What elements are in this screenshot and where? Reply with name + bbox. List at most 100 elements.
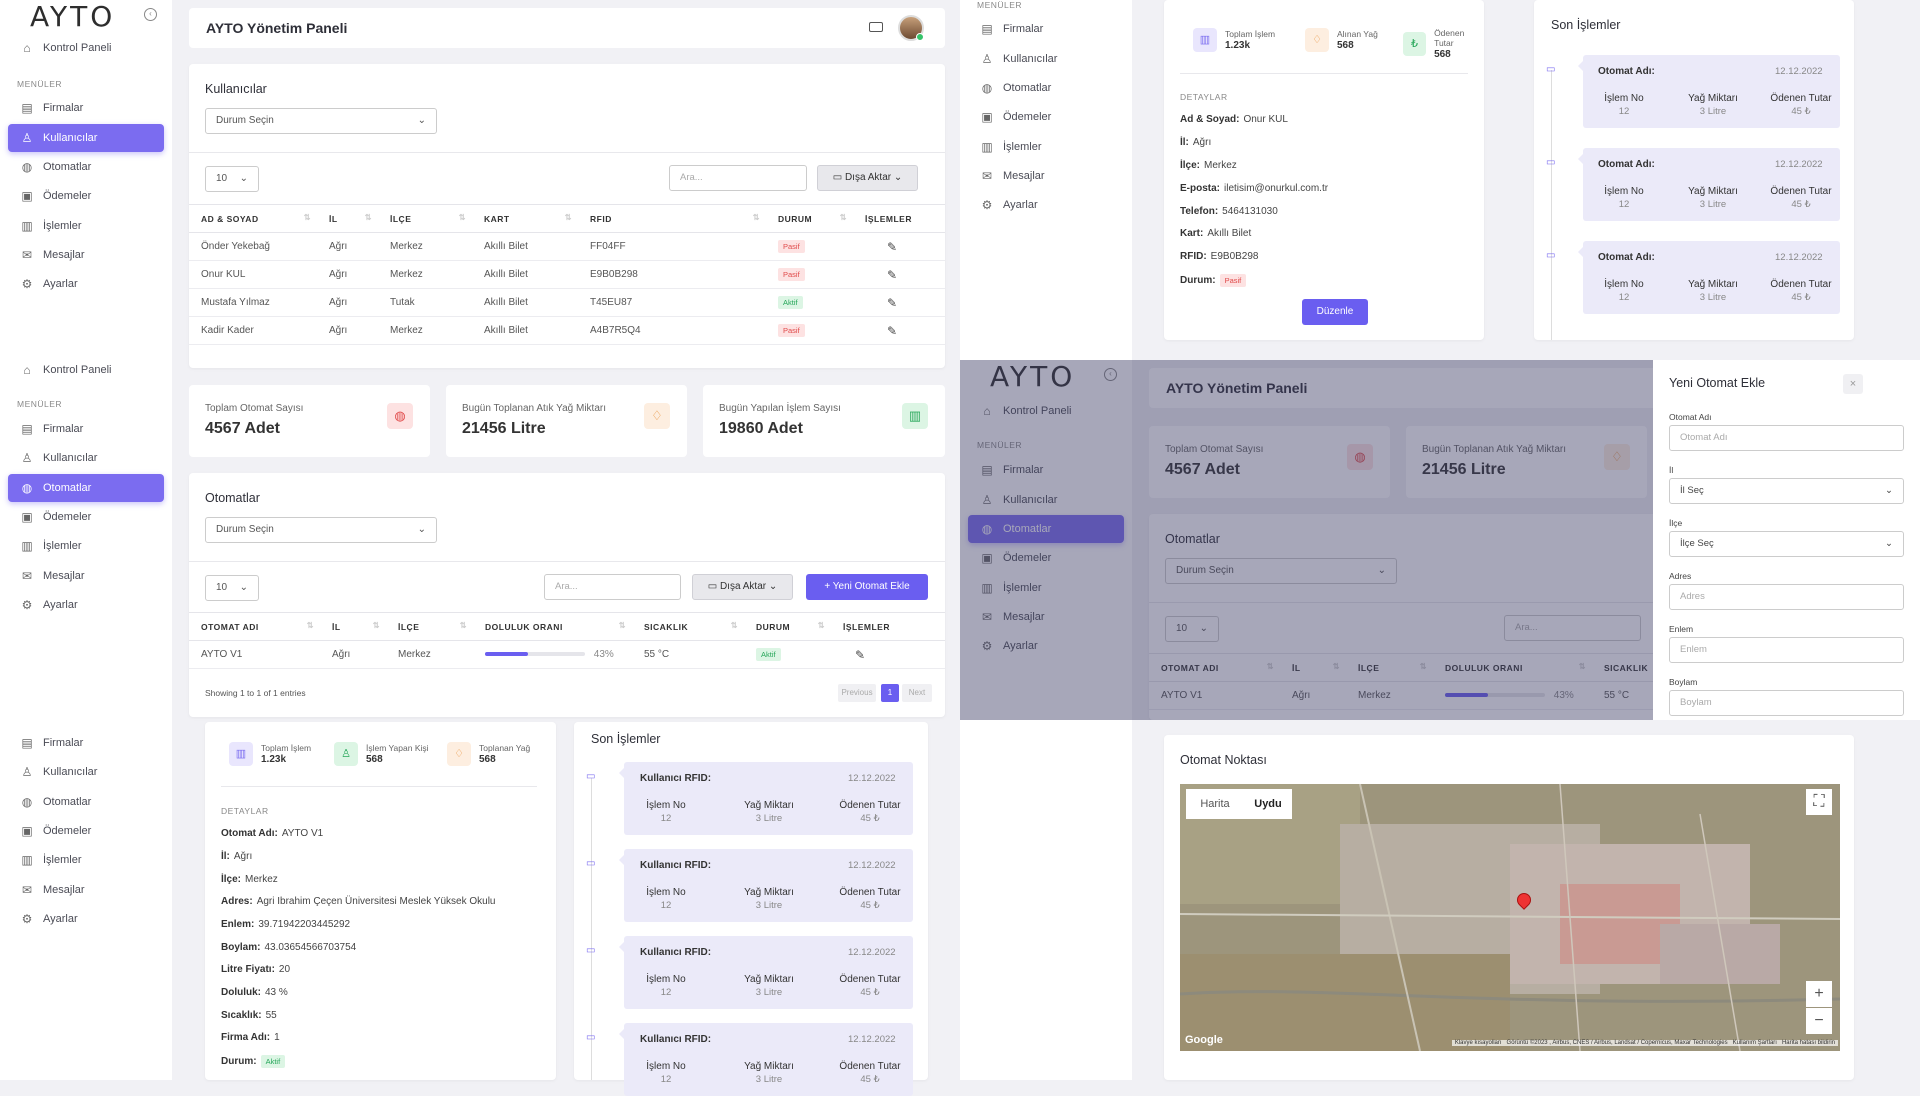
ilce-select[interactable]: İlçe Seç ⌄ xyxy=(1669,531,1904,557)
sidebar-item-kullanicilar[interactable]: ♙ Kullanıcılar xyxy=(8,758,164,786)
building-icon: ▤ xyxy=(21,736,33,750)
pagination-next[interactable]: Next xyxy=(902,684,932,702)
edit-icon[interactable]: ✎ xyxy=(887,268,897,282)
column-header[interactable]: OTOMAT ADI ⇅ xyxy=(189,612,320,641)
sidebar-item-kullanicilar[interactable]: ♙ Kullanıcılar xyxy=(8,124,164,152)
timeline-item[interactable]: Otomat Adı: 12.12.2022 İşlem No 12 Yağ Mi… xyxy=(1578,55,1840,128)
search-input[interactable]: Ara... xyxy=(544,574,681,600)
stat-value: 4567 Adet xyxy=(205,420,280,437)
edit-icon[interactable]: ✎ xyxy=(887,296,897,310)
table-row[interactable]: Önder Yekebağ Ağrı Merkez Akıllı Bilet FF04F… xyxy=(189,232,945,261)
sidebar-item-islemler[interactable]: ▥ İşlemler xyxy=(968,133,1124,161)
column-header[interactable]: AD & SOYAD ⇅ xyxy=(189,204,317,233)
machine-name-input[interactable]: Otomat Adı xyxy=(1669,425,1904,451)
column-header[interactable]: İL ⇅ xyxy=(320,612,386,641)
sidebar-item-islemler[interactable]: ▥ İşlemler xyxy=(8,846,164,874)
sidebar-item-firmalar[interactable]: ▤ Firmalar xyxy=(8,94,164,122)
page-size-select[interactable]: 10 ⌄ xyxy=(205,575,259,601)
table-row[interactable]: Kadir Kader Ağrı Merkez Akıllı Bilet A4B7R5Q… xyxy=(189,316,945,345)
page-size-select[interactable]: 10 ⌄ xyxy=(205,166,259,192)
map-attribution[interactable]: Klavye kısayolları Görüntü ©2023 , Airbu… xyxy=(1451,1040,1838,1046)
modal-backdrop[interactable] xyxy=(960,360,1653,720)
adres-input[interactable]: Adres xyxy=(1669,584,1904,610)
map-tab-uydu[interactable]: Uydu xyxy=(1244,789,1292,819)
sidebar-item-odemeler[interactable]: ▣ Ödemeler xyxy=(8,817,164,845)
timeline-item[interactable]: Kullanıcı RFID: 12.12.2022 İşlem No 12 Ya… xyxy=(619,936,913,1009)
search-input[interactable]: Ara... xyxy=(669,165,807,191)
timeline-item[interactable]: Kullanıcı RFID: 12.12.2022 İşlem No 12 Ya… xyxy=(619,1023,913,1096)
column-header[interactable]: RFID ⇅ xyxy=(578,204,766,233)
sidebar-item-dashboard[interactable]: ⌂ Kontrol Paneli xyxy=(8,34,164,62)
sidebar-item-mesajlar[interactable]: ✉ Mesajlar xyxy=(968,162,1124,190)
sidebar-item-islemler[interactable]: ▥ İşlemler xyxy=(8,212,164,240)
add-machine-button[interactable]: + Yeni Otomat Ekle xyxy=(806,574,928,600)
mail-icon[interactable] xyxy=(869,22,883,32)
chevron-down-icon: ⌄ xyxy=(417,115,426,126)
sidebar-item-ayarlar[interactable]: ⚙ Ayarlar xyxy=(8,905,164,933)
column-header[interactable]: KART ⇅ xyxy=(472,204,578,233)
sidebar-item-kullanicilar[interactable]: ♙ Kullanıcılar xyxy=(8,444,164,472)
table-row[interactable]: Onur KUL Ağrı Merkez Akıllı Bilet E9B0B298 Pa… xyxy=(189,260,945,289)
sidebar-item-mesajlar[interactable]: ✉ Mesajlar xyxy=(8,241,164,269)
timeline-item[interactable]: Otomat Adı: 12.12.2022 İşlem No 12 Yağ Mi… xyxy=(1578,241,1840,314)
sidebar-item-firmalar[interactable]: ▤ Firmalar xyxy=(8,729,164,757)
column-header[interactable]: İL ⇅ xyxy=(317,204,378,233)
boylam-input[interactable]: Boylam xyxy=(1669,690,1904,716)
timeline-item[interactable]: Kullanıcı RFID: 12.12.2022 İşlem No 12 Ya… xyxy=(619,762,913,835)
sidebar-item-mesajlar[interactable]: ✉ Mesajlar xyxy=(8,562,164,590)
column-header[interactable]: DOLULUK ORANI ⇅ xyxy=(473,612,632,641)
column-header[interactable]: DURUM ⇅ xyxy=(744,612,831,641)
map-tab-harita[interactable]: Harita xyxy=(1186,789,1244,819)
zoom-in-button[interactable]: + xyxy=(1806,981,1832,1007)
sort-icon: ⇅ xyxy=(839,213,847,222)
detail-row: Otomat Adı: AYTO V1 xyxy=(221,828,324,839)
satellite-map[interactable]: Harita Uydu ⛶ + − Google Klavye kısayoll… xyxy=(1180,784,1840,1051)
detail-row: Ad & Soyad: Onur KUL xyxy=(1180,114,1288,125)
sidebar-item-ayarlar[interactable]: ⚙ Ayarlar xyxy=(8,591,164,619)
avatar[interactable] xyxy=(898,15,924,41)
timeline-item[interactable]: Otomat Adı: 12.12.2022 İşlem No 12 Yağ Mi… xyxy=(1578,148,1840,221)
page-title: AYTO Yönetim Paneli xyxy=(206,20,348,36)
table-row[interactable]: AYTO V1 Ağrı Merkez 43% 55 °C Aktif ✎ xyxy=(189,640,945,669)
enlem-input[interactable]: Enlem xyxy=(1669,637,1904,663)
sidebar-item-otomatlar[interactable]: ◍ Otomatlar xyxy=(968,74,1124,102)
column-header[interactable]: DURUM ⇅ xyxy=(766,204,853,233)
table-row[interactable]: Mustafa Yılmaz Ağrı Tutak Akıllı Bilet T45EU… xyxy=(189,288,945,317)
fullscreen-icon[interactable]: ⛶ xyxy=(1806,789,1832,815)
column-header[interactable]: İLÇE ⇅ xyxy=(378,204,472,233)
sidebar-item-ayarlar[interactable]: ⚙ Ayarlar xyxy=(8,270,164,298)
export-button[interactable]: ▭ Dışa Aktar ⌄ xyxy=(817,165,918,191)
pagination-page[interactable]: 1 xyxy=(881,684,899,702)
sidebar-item-otomatlar[interactable]: ◍ Otomatlar xyxy=(8,153,164,181)
edit-icon[interactable]: ✎ xyxy=(887,324,897,338)
pagination-prev[interactable]: Previous xyxy=(838,684,876,702)
status-select[interactable]: Durum Seçin ⌄ xyxy=(205,108,437,134)
status-select[interactable]: Durum Seçin ⌄ xyxy=(205,517,437,543)
sidebar-item-islemler[interactable]: ▥ İşlemler xyxy=(8,532,164,560)
sidebar-item-odemeler[interactable]: ▣ Ödemeler xyxy=(968,103,1124,131)
sidebar-item-firmalar[interactable]: ▤ Firmalar xyxy=(8,415,164,443)
sidebar-item-firmalar[interactable]: ▤ Firmalar xyxy=(968,15,1124,43)
sidebar-item-ayarlar[interactable]: ⚙ Ayarlar xyxy=(968,191,1124,219)
collapse-icon[interactable]: ‹ xyxy=(144,8,157,21)
edit-icon[interactable]: ✎ xyxy=(887,240,897,254)
sidebar-item-odemeler[interactable]: ▣ Ödemeler xyxy=(8,503,164,531)
export-button[interactable]: ▭ Dışa Aktar ⌄ xyxy=(692,574,793,600)
edit-button[interactable]: Düzenle xyxy=(1302,299,1368,325)
sidebar-item-otomatlar[interactable]: ◍ Otomatlar xyxy=(8,788,164,816)
map-imagery xyxy=(1180,784,1840,1051)
machine-icon: ◍ xyxy=(21,160,33,174)
sidebar-item-otomatlar[interactable]: ◍ Otomatlar xyxy=(8,474,164,502)
close-icon[interactable]: × xyxy=(1843,374,1863,394)
sidebar-item-kullanicilar[interactable]: ♙ Kullanıcılar xyxy=(968,45,1124,73)
il-select[interactable]: İl Seç ⌄ xyxy=(1669,478,1904,504)
timeline-item[interactable]: Kullanıcı RFID: 12.12.2022 İşlem No 12 Ya… xyxy=(619,849,913,922)
machine-detail-card: ▥ Toplam İşlem 1.23k ♙ İşlem Yapan Kişi 568 … xyxy=(205,722,556,1080)
column-header[interactable]: İLÇE ⇅ xyxy=(386,612,473,641)
sidebar-item-mesajlar[interactable]: ✉ Mesajlar xyxy=(8,876,164,904)
sidebar-item-dashboard[interactable]: ⌂ Kontrol Paneli xyxy=(8,356,164,384)
edit-icon[interactable]: ✎ xyxy=(855,648,865,662)
column-header[interactable]: SICAKLIK ⇅ xyxy=(632,612,744,641)
sidebar-item-odemeler[interactable]: ▣ Ödemeler xyxy=(8,182,164,210)
zoom-out-button[interactable]: − xyxy=(1806,1008,1832,1034)
